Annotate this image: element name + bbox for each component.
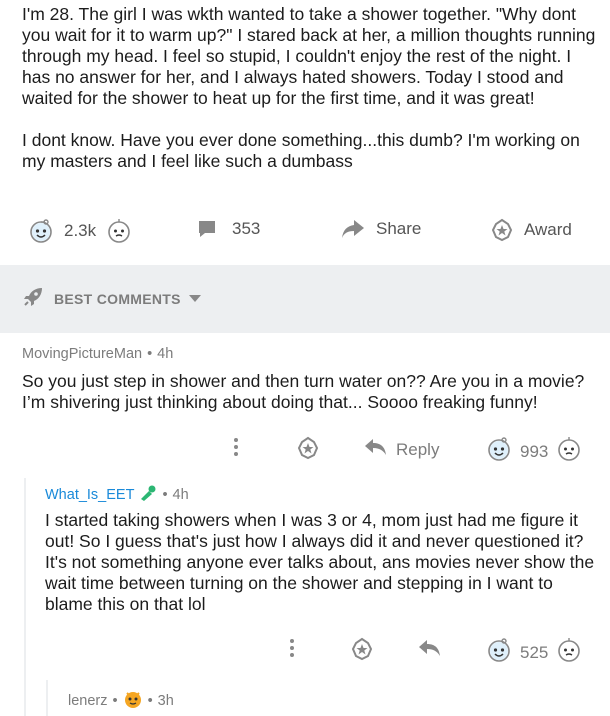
comment-vote-control: 525 [486,637,582,668]
post-body: I'm 28. The girl I was wkth wanted to ta… [22,4,602,193]
comment-vote-count: 525 [520,642,549,662]
thread-line[interactable] [24,478,26,716]
comment-author[interactable]: MovingPictureMan [22,346,142,362]
comment-count: 353 [232,219,261,238]
thread-line[interactable] [46,680,48,716]
comment-author[interactable]: What_Is_EET [45,487,134,503]
comment-vote-control: 993 [486,436,582,467]
reply-label: Reply [396,439,440,459]
meta-dot: • [162,487,168,503]
post-vote-count: 2.3k [64,221,97,240]
rocket-icon [22,286,44,313]
comment-author[interactable]: lenerz [68,693,108,709]
meta-dot: • [147,346,153,362]
reply-icon[interactable] [418,637,442,659]
comment-icon [196,218,218,240]
post-paragraph: I'm 28. The girl I was wkth wanted to ta… [22,4,596,108]
more-icon[interactable] [232,436,240,458]
award-icon[interactable] [296,436,320,460]
comment-actions: 525 [0,635,610,665]
sort-label: BEST COMMENTS [54,291,181,307]
award-label: Award [524,220,572,239]
upvote-icon[interactable] [28,218,54,244]
post-paragraph: I dont know. Have you ever done somethin… [22,130,580,171]
reply-icon [364,436,388,463]
vote-control: 2.3k [28,218,132,244]
award-button[interactable]: Award [490,218,572,242]
award-icon [490,218,514,242]
downvote-icon[interactable] [106,218,132,244]
post-actions-bar: 2.3k 353 Share Award [0,212,610,248]
comment-meta: What_Is_EET • 4h [45,485,189,505]
comment-meta: MovingPictureMan • 4h [22,346,173,362]
downvote-icon[interactable] [556,637,582,668]
comment-vote-count: 993 [520,441,549,461]
comment-actions: Reply 993 [0,434,610,464]
downvote-icon[interactable] [556,436,582,467]
more-icon[interactable] [288,637,296,659]
share-button[interactable]: Share [340,218,421,240]
comment-age: 4h [157,346,174,362]
comment-age: 4h [172,487,189,503]
upvote-icon[interactable] [486,436,512,467]
comments-button[interactable]: 353 [196,218,260,240]
reply-button[interactable]: Reply [364,436,439,463]
meta-dot: • [112,693,118,709]
comment-meta: lenerz • • 3h [68,689,174,713]
user-avatar [123,689,143,713]
meta-dot: • [147,693,153,709]
comment-text: So you just step in shower and then turn… [22,371,585,412]
chevron-down-icon [188,290,201,308]
share-icon [340,218,366,240]
upvote-icon[interactable] [486,637,512,668]
share-label: Share [376,219,422,238]
comment-age: 3h [157,693,174,709]
sort-bar[interactable]: BEST COMMENTS [0,265,610,333]
award-icon[interactable] [350,637,374,661]
flair-icon [139,485,157,505]
comment-text: I started taking showers when I was 3 or… [45,510,595,614]
